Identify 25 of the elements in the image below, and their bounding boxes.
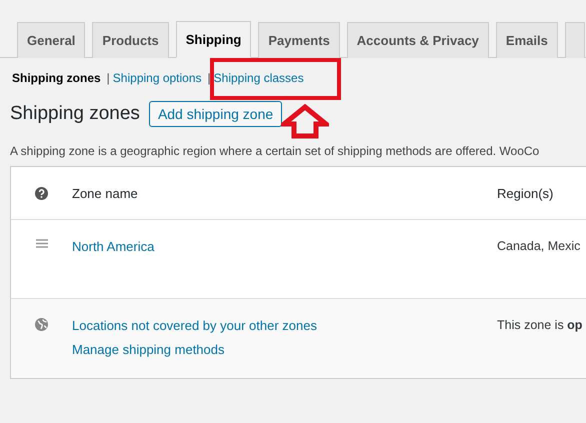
tab-edge[interactable] (564, 22, 585, 58)
column-header: Region(s) (497, 186, 554, 200)
description: A shipping zone is a geographic region where a certain set of shipping methods are offered. WooCo (10, 144, 540, 158)
drag-handle-icon[interactable] (36, 239, 48, 248)
subnav-link[interactable]: Shipping classes (214, 71, 304, 85)
separator: | (106, 71, 110, 85)
zone-name-link[interactable]: Locations not covered by your other zones (72, 318, 317, 333)
help-icon (35, 186, 48, 200)
tab[interactable]: Emails (496, 22, 558, 58)
zone-name-link[interactable]: North America (72, 239, 497, 254)
subnav-link[interactable]: Shipping zones (12, 71, 101, 85)
tab[interactable]: Payments (258, 22, 340, 58)
region-text: This zone is op (497, 318, 584, 332)
page-heading: Shipping zones (10, 103, 140, 125)
column-header: Zone name (72, 186, 139, 200)
tab[interactable]: Products (92, 22, 169, 58)
tab[interactable]: Shipping (176, 21, 252, 58)
add-shipping-zone-button[interactable]: Add shipping zone (148, 101, 282, 127)
up-arrow-icon (281, 104, 329, 139)
manage-shipping-methods-link[interactable]: Manage shipping methods (72, 342, 224, 357)
tab[interactable]: General (17, 22, 86, 58)
subnav-link[interactable]: Shipping options (112, 71, 202, 85)
region-text: Canada, Mexic (497, 239, 582, 253)
tab[interactable]: Accounts & Privacy (346, 22, 489, 58)
separator: | (208, 71, 211, 85)
